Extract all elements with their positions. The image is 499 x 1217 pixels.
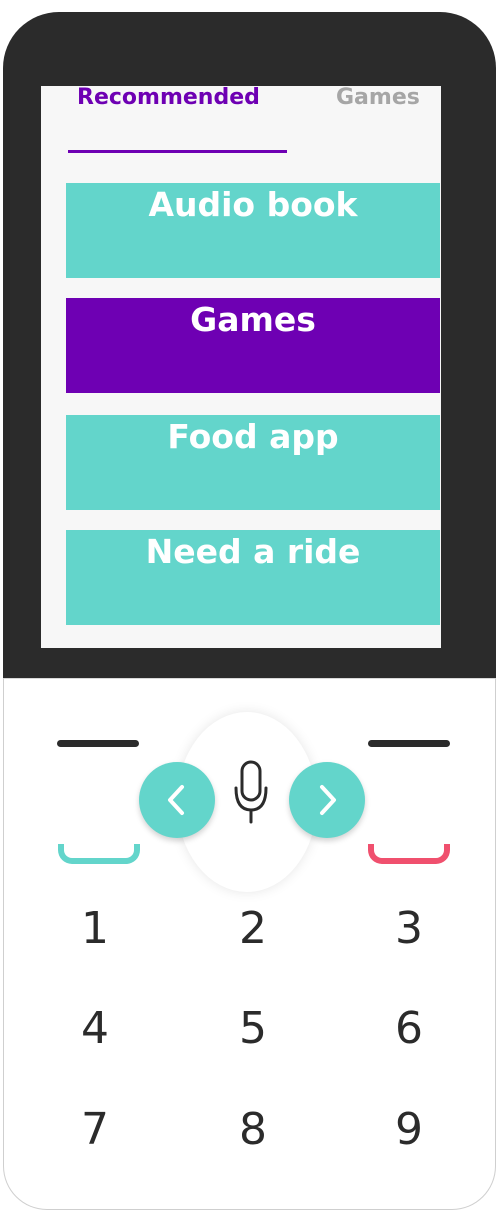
key-8[interactable]: 8: [213, 1105, 293, 1155]
chevron-right-icon: [320, 785, 336, 815]
screen: Recommended Games Audio book Games Food …: [41, 86, 441, 648]
active-tab-indicator: [68, 150, 287, 153]
nav-left-button[interactable]: [139, 762, 215, 838]
key-4[interactable]: 4: [55, 1004, 135, 1054]
left-soft-key[interactable]: [57, 740, 139, 747]
nav-right-button[interactable]: [289, 762, 365, 838]
menu-item-need-a-ride[interactable]: Need a ride: [66, 530, 440, 625]
phone-device: Recommended Games Audio book Games Food …: [3, 12, 496, 1210]
key-1[interactable]: 1: [55, 904, 135, 954]
tab-games[interactable]: Games: [336, 86, 420, 110]
key-2[interactable]: 2: [213, 904, 293, 954]
call-key-icon[interactable]: [58, 844, 140, 864]
menu-item-games[interactable]: Games: [66, 298, 440, 393]
key-6[interactable]: 6: [369, 1004, 449, 1054]
chevron-left-icon: [168, 785, 184, 815]
right-soft-key[interactable]: [368, 740, 450, 747]
key-5[interactable]: 5: [213, 1004, 293, 1054]
tab-recommended[interactable]: Recommended: [77, 86, 260, 110]
end-call-key-icon[interactable]: [368, 844, 450, 864]
microphone-button[interactable]: [231, 758, 271, 830]
menu-item-food-app[interactable]: Food app: [66, 415, 440, 510]
key-9[interactable]: 9: [369, 1105, 449, 1155]
key-7[interactable]: 7: [55, 1105, 135, 1155]
menu-item-audio-book[interactable]: Audio book: [66, 183, 440, 278]
key-3[interactable]: 3: [369, 904, 449, 954]
microphone-icon: [234, 760, 268, 824]
